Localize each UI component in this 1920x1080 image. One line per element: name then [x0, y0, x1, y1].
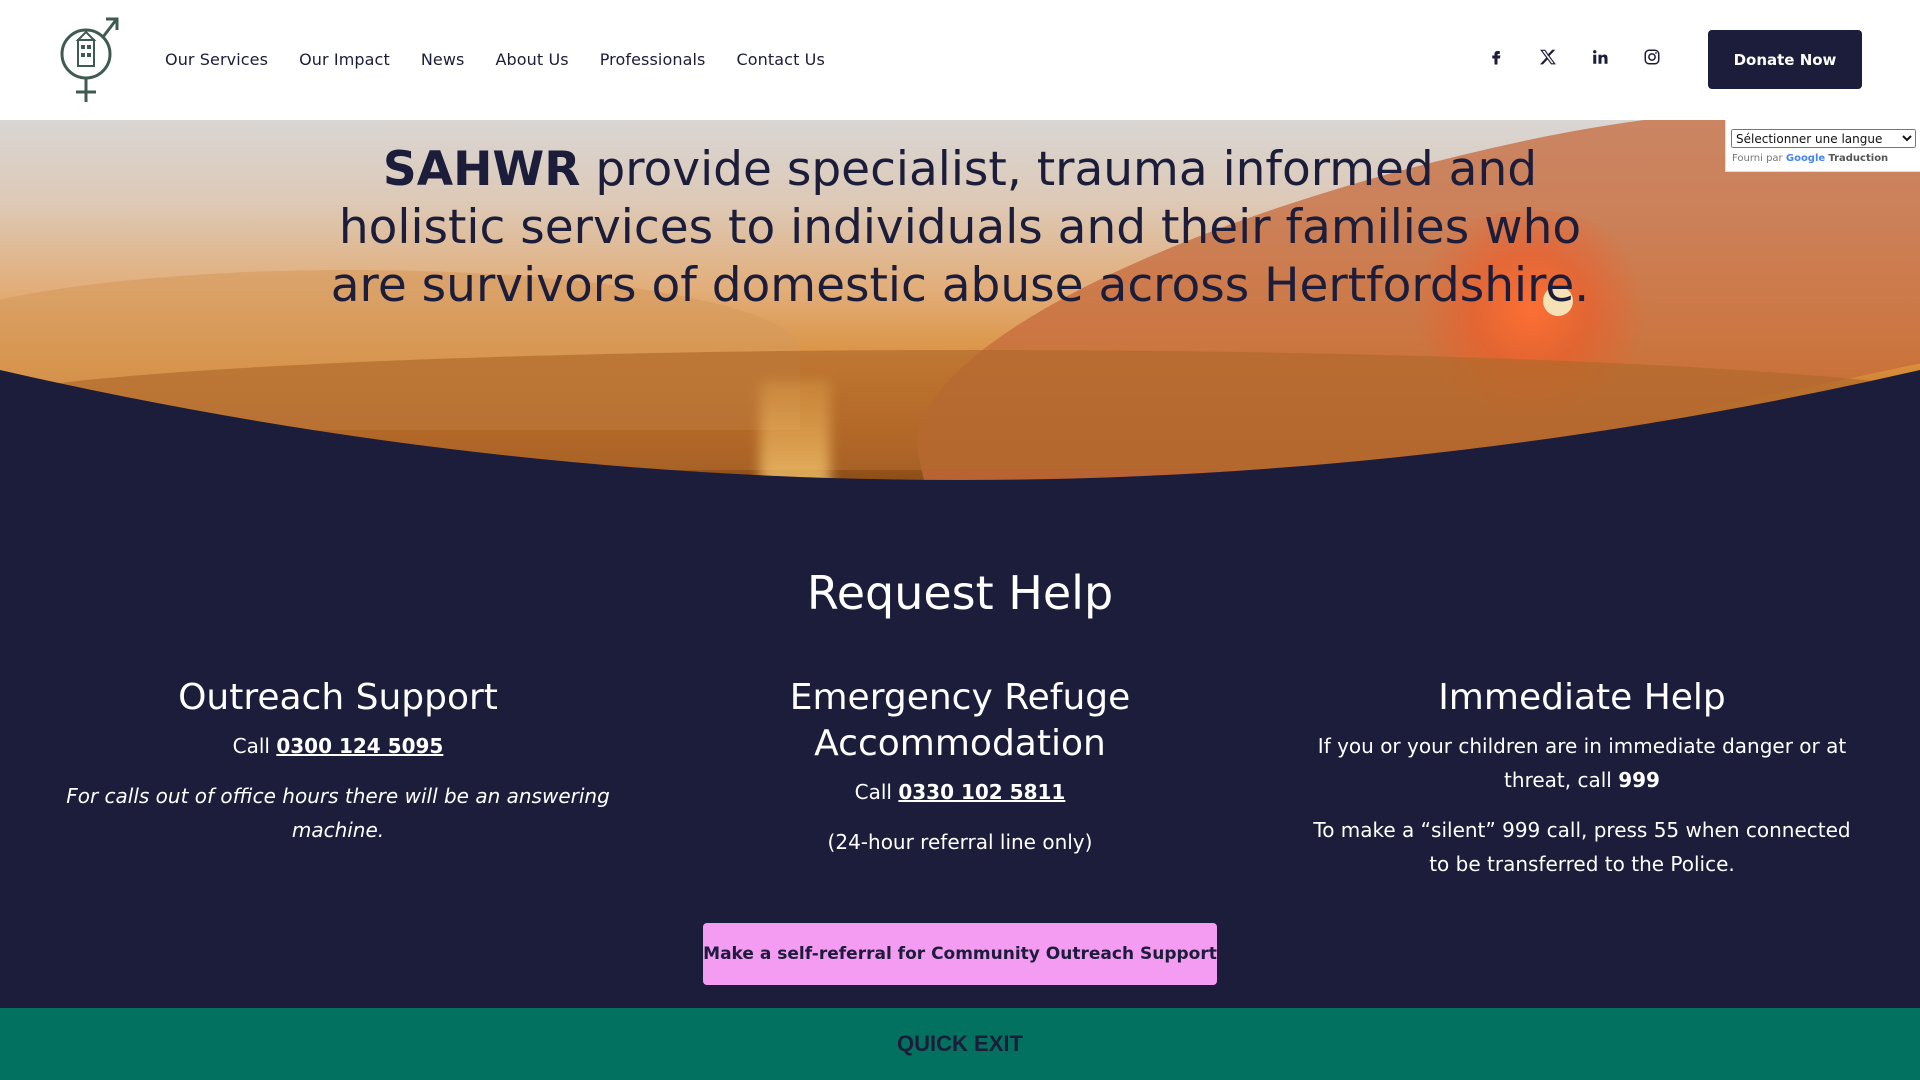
nav-item-our-impact[interactable]: Our Impact — [299, 50, 390, 69]
immediate-help-column: Immediate Help If you or your children a… — [1302, 675, 1862, 897]
donate-button[interactable]: Donate Now — [1708, 30, 1862, 89]
outreach-support-column: Outreach Support Call 0300 124 5095 For … — [58, 675, 618, 863]
site-header: Our Services Our Impact News About Us Pr… — [0, 0, 1920, 120]
outreach-heading: Outreach Support — [178, 677, 498, 718]
emergency-number: 999 — [1618, 768, 1660, 792]
powered-by-label: Fourni par — [1732, 153, 1783, 164]
refuge-phone-link[interactable]: 0330 102 5811 — [898, 780, 1065, 804]
immediate-line1: If you or your children are in immediate… — [1317, 734, 1847, 792]
refuge-note: (24-hour referral line only) — [827, 830, 1093, 854]
request-help-title: Request Help — [806, 566, 1114, 620]
hero-curve-divider — [0, 370, 1920, 510]
refuge-call-line: Call 0330 102 5811 — [680, 775, 1240, 809]
google-translate-widget: Sélectionner une langue Fourni par Googl… — [1725, 120, 1920, 172]
nav-item-about-us[interactable]: About Us — [495, 50, 568, 69]
call-label: Call — [232, 734, 270, 758]
translate-link[interactable]: Traduction — [1828, 153, 1888, 164]
instagram-icon[interactable] — [1641, 46, 1663, 68]
logo-icon — [60, 17, 119, 102]
quick-exit-button[interactable]: QUICK EXIT — [0, 1008, 1920, 1080]
facebook-icon[interactable] — [1485, 46, 1507, 68]
social-links — [1485, 46, 1663, 68]
nav-item-our-services[interactable]: Our Services — [165, 50, 268, 69]
translate-attribution: Fourni par Google Traduction — [1732, 153, 1888, 164]
call-label: Call — [854, 780, 892, 804]
self-referral-button[interactable]: Make a self-referral for Community Outre… — [703, 923, 1217, 985]
hero-statement: SAHWR provide specialist, trauma informe… — [330, 141, 1590, 315]
nav-item-contact-us[interactable]: Contact Us — [737, 50, 825, 69]
x-icon[interactable] — [1537, 46, 1559, 68]
site-logo[interactable] — [58, 14, 120, 104]
main-nav: Our Services Our Impact News About Us Pr… — [165, 0, 825, 118]
linkedin-icon[interactable] — [1589, 46, 1611, 68]
nav-item-news[interactable]: News — [421, 50, 465, 69]
outreach-phone-link[interactable]: 0300 124 5095 — [276, 734, 443, 758]
refuge-heading: Emergency Refuge Accommodation — [789, 677, 1131, 764]
org-name: SAHWR — [382, 142, 581, 197]
silent-call-text: To make a “silent” 999 call, press 55 wh… — [1313, 818, 1851, 876]
refuge-column: Emergency Refuge Accommodation Call 0330… — [680, 675, 1240, 875]
google-label: Google — [1785, 153, 1826, 164]
outreach-note: For calls out of office hours there will… — [66, 784, 610, 842]
nav-item-professionals[interactable]: Professionals — [600, 50, 706, 69]
immediate-danger-text: If you or your children are in immediate… — [1302, 729, 1862, 797]
outreach-call-line: Call 0300 124 5095 — [58, 729, 618, 763]
immediate-heading: Immediate Help — [1438, 677, 1726, 718]
language-select[interactable]: Sélectionner une langue — [1731, 129, 1916, 148]
